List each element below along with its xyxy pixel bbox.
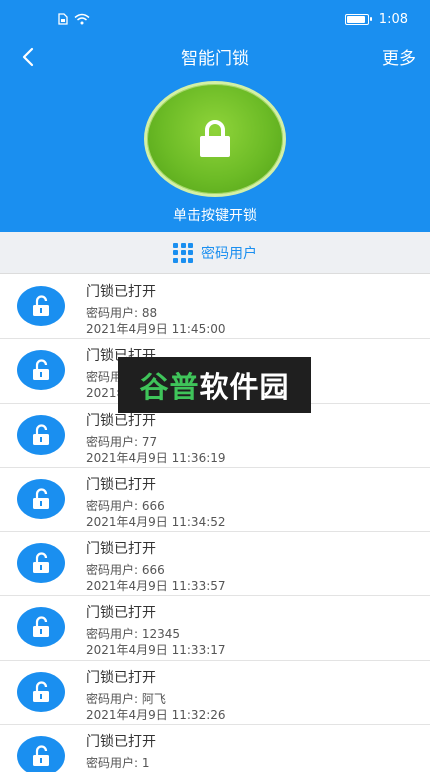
open-padlock-icon — [33, 552, 49, 574]
open-padlock-icon — [33, 616, 49, 638]
unlocked-lock-icon — [17, 478, 65, 519]
grid-icon — [173, 242, 193, 263]
log-title: 门锁已打开 — [86, 669, 156, 686]
lock-icon — [200, 120, 230, 157]
log-title: 门锁已打开 — [86, 734, 156, 751]
unlocked-lock-icon — [17, 736, 65, 772]
log-user: 密码用户: 666 — [86, 498, 165, 513]
unlock-button[interactable] — [144, 81, 286, 197]
open-padlock-icon — [33, 745, 49, 767]
battery-icon — [344, 14, 372, 25]
unlocked-lock-icon — [17, 350, 65, 391]
log-time: 2021年4月9日 11:33:17 — [86, 643, 226, 658]
watermark-logo: 谷普 软件园 — [118, 357, 311, 413]
list-item[interactable]: 门锁已打开密码用户: 1 — [0, 725, 430, 772]
open-padlock-icon — [33, 359, 49, 381]
open-padlock-icon — [33, 295, 49, 316]
log-title: 门锁已打开 — [86, 605, 156, 622]
log-user: 密码用户: 1 — [86, 756, 150, 771]
open-padlock-icon — [33, 488, 49, 509]
list-item[interactable]: 门锁已打开密码用户: 阿飞 2021年4月9日 11:32:26 — [0, 661, 430, 726]
list-item[interactable]: 门锁已打开密码用户: 88 2021年4月9日 11:45:00 — [0, 275, 430, 340]
wifi-icon — [74, 13, 90, 25]
unlocked-lock-icon — [17, 671, 65, 712]
log-time: 2021年4月9日 11:36:19 — [86, 450, 226, 465]
password-users-label: 密码用户 — [201, 245, 257, 262]
unlocked-lock-icon — [17, 607, 65, 648]
page-title: 智能门锁 — [181, 49, 249, 69]
log-user: 密码用户: 12345 — [86, 627, 181, 642]
clock: 1:08 — [378, 12, 408, 27]
status-bar: 1:08 — [0, 0, 430, 42]
list-item[interactable]: 门锁已打开密码用户: 666 2021年4月9日 11:34:52 — [0, 468, 430, 533]
more-button[interactable]: 更多 — [382, 44, 416, 69]
log-title: 门锁已打开 — [86, 476, 156, 493]
open-padlock-icon — [33, 681, 49, 702]
watermark-text-white: 软件园 — [199, 370, 290, 404]
log-time: 2021年4月9日 11:34:52 — [86, 514, 226, 529]
log-user: 密码用户: 88 — [86, 306, 158, 320]
sim-card-icon — [58, 13, 68, 25]
log-time: 2021年4月9日 11:32:26 — [86, 707, 226, 722]
log-user: 密码用户: 阿飞 — [86, 691, 166, 706]
unlocked-lock-icon — [17, 286, 65, 326]
log-user: 密码用户: 666 — [86, 563, 165, 578]
open-padlock-icon — [33, 424, 49, 445]
header: 智能门锁 更多 单击按键开锁 — [0, 42, 430, 232]
status-left-icons — [58, 13, 90, 25]
log-title: 门锁已打开 — [86, 284, 156, 300]
log-time: 2021年4月9日 11:33:57 — [86, 579, 226, 594]
list-item[interactable]: 门锁已打开 密码用户: 77 2021年4月9日 11:36:19 — [0, 404, 430, 468]
unlock-log-list: 门锁已打开密码用户: 882021年4月9日 11:45:00门锁已打开密码用户… — [0, 275, 430, 772]
status-right: 1:08 — [344, 12, 408, 27]
log-user: 密码用户: 77 — [86, 434, 158, 449]
list-item[interactable]: 门锁已打开密码用户: 12345 2021年4月9日 11:33:17 — [0, 596, 430, 661]
list-item[interactable]: 门锁已打开密码用户: 666 2021年4月9日 11:33:57 — [0, 532, 430, 597]
tap-to-unlock-label: 单击按键开锁 — [173, 208, 257, 224]
unlocked-lock-icon — [17, 414, 65, 455]
log-title: 门锁已打开 — [86, 541, 156, 558]
watermark-text-green: 谷普 — [139, 370, 200, 404]
password-users-button[interactable]: 密码用户 — [0, 232, 430, 274]
log-time: 2021年4月9日 11:45:00 — [86, 322, 226, 336]
unlocked-lock-icon — [17, 543, 65, 584]
